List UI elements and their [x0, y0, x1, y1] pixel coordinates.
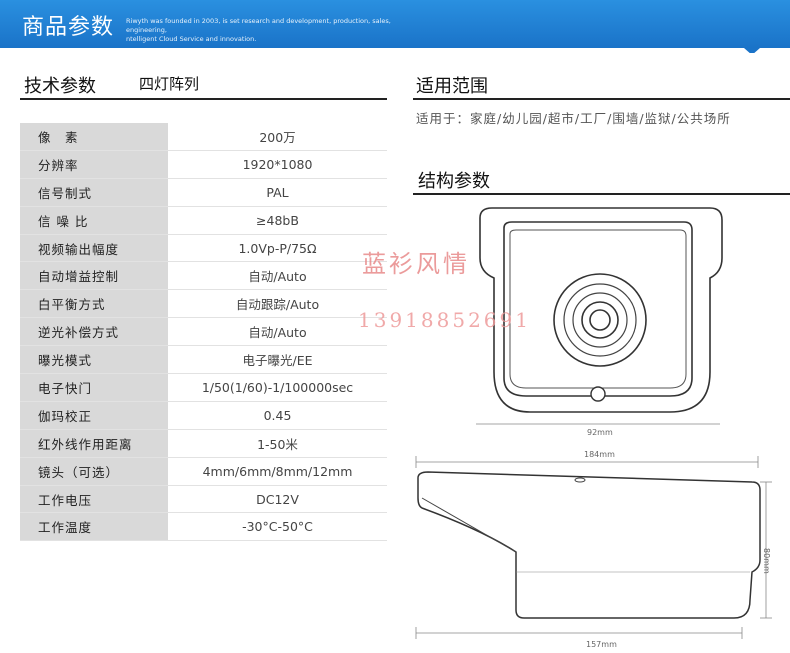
spec-row: 自动增益控制 自动/Auto [20, 261, 387, 291]
header-banner: 商品参数 Riwyth was founded in 2003, is set … [0, 0, 790, 48]
spec-label: 像 素 [20, 123, 168, 151]
spec-row: 红外线作用距离 1-50米 [20, 429, 387, 458]
spec-value: 1.0Vp-P/75Ω [168, 234, 387, 263]
company-tagline: Riwyth was founded in 2003, is set resea… [126, 17, 426, 44]
tagline-line-2: ntelligent Cloud Service and innovation. [126, 35, 257, 43]
spec-row: 曝光模式 电子曝光/EE [20, 345, 387, 375]
tech-title-rule [20, 98, 387, 100]
spec-value: 1/50(1/60)-1/100000sec [168, 373, 387, 402]
spec-value: DC12V [168, 485, 387, 514]
spec-row: 信号制式 PAL [20, 178, 387, 207]
spec-row: 像 素 200万 [20, 123, 387, 151]
spec-row: 信 噪 比 ≥48bB [20, 206, 387, 235]
spec-label: 信 噪 比 [20, 206, 168, 235]
spec-value: 1920*1080 [168, 150, 387, 179]
dim-front-width: 92mm [587, 428, 613, 437]
tagline-line-1: Riwyth was founded in 2003, is set resea… [126, 17, 391, 34]
spec-label: 分辨率 [20, 150, 168, 179]
spec-label: 白平衡方式 [20, 289, 168, 319]
spec-label: 伽玛校正 [20, 401, 168, 430]
spec-label: 工作电压 [20, 485, 168, 514]
spec-label: 信号制式 [20, 178, 168, 207]
spec-value: 自动/Auto [168, 261, 387, 291]
spec-value: 自动/Auto [168, 317, 387, 347]
spec-value: ≥48bB [168, 206, 387, 235]
camera-side-view [415, 471, 772, 639]
spec-row: 工作温度 -30°C-50°C [20, 512, 387, 542]
page-title: 商品参数 [22, 15, 115, 40]
spec-value: PAL [168, 178, 387, 207]
spec-value: 200万 [168, 123, 387, 151]
spec-value: 自动跟踪/Auto [168, 289, 387, 319]
spec-row: 伽玛校正 0.45 [20, 401, 387, 430]
structure-title-rule [413, 193, 790, 195]
structure-title: 结构参数 [418, 171, 490, 192]
spec-row: 分辨率 1920*1080 [20, 150, 387, 179]
spec-label: 视频输出幅度 [20, 234, 168, 263]
spec-value: 4mm/6mm/8mm/12mm [168, 457, 387, 486]
watermark-phone: 13918852691 [358, 308, 531, 332]
spec-row: 逆光补偿方式 自动/Auto [20, 317, 387, 347]
spec-value: 0.45 [168, 401, 387, 430]
scope-title-rule [413, 98, 790, 100]
spec-row: 白平衡方式 自动跟踪/Auto [20, 289, 387, 319]
spec-label: 曝光模式 [20, 345, 168, 375]
spec-table: 像 素 200万 分辨率 1920*1080 信号制式 PAL 信 噪 比 ≥48bB … [20, 123, 387, 542]
spec-value: 电子曝光/EE [168, 345, 387, 375]
spec-label: 镜头（可选） [20, 457, 168, 486]
spec-label: 电子快门 [20, 373, 168, 402]
tech-params-subtitle: 四灯阵列 [139, 75, 200, 93]
spec-label: 自动增益控制 [20, 261, 168, 291]
spec-value: 1-50米 [168, 429, 387, 458]
spec-label: 红外线作用距离 [20, 429, 168, 458]
watermark-name: 蓝衫风情 [362, 250, 470, 278]
scope-text: 适用于：家庭/幼儿园/超市/工厂/围墙/监狱/公共场所 [416, 111, 731, 126]
spec-row: 工作电压 DC12V [20, 485, 387, 514]
spec-label: 工作温度 [20, 512, 168, 542]
spec-value: -30°C-50°C [168, 512, 387, 542]
tech-params-title: 技术参数 [24, 76, 96, 97]
spec-row: 电子快门 1/50(1/60)-1/100000sec [20, 373, 387, 402]
scope-title: 适用范围 [416, 76, 488, 97]
dim-height: 80mm [762, 548, 771, 574]
dim-top-length: 184mm [584, 450, 615, 459]
dim-bottom-length: 157mm [586, 640, 617, 649]
spec-label: 逆光补偿方式 [20, 317, 168, 347]
banner-notch [740, 47, 790, 53]
spec-row: 视频输出幅度 1.0Vp-P/75Ω [20, 234, 387, 263]
spec-row: 镜头（可选） 4mm/6mm/8mm/12mm [20, 457, 387, 486]
